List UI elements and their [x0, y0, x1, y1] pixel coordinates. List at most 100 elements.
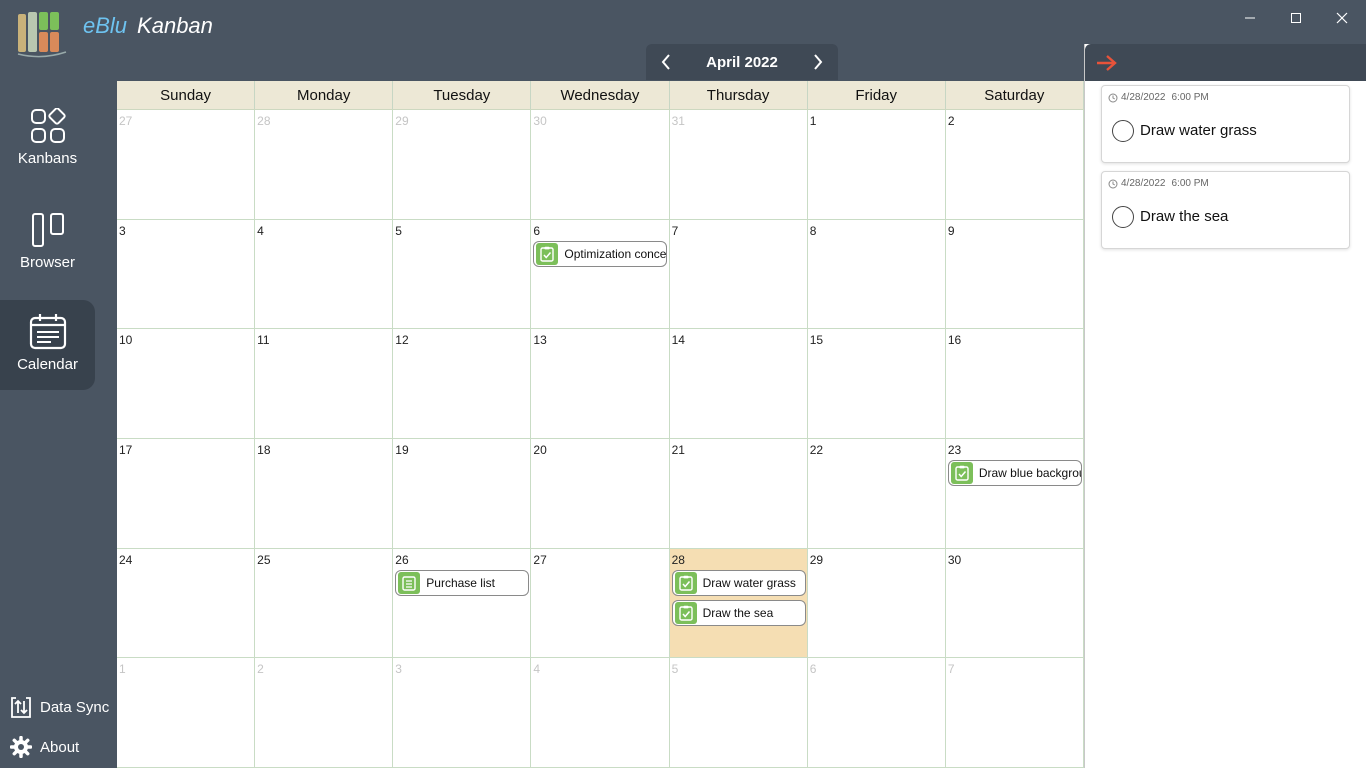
day-cell[interactable]: 16 [945, 329, 1084, 439]
day-number: 29 [809, 552, 824, 567]
day-number: 7 [947, 662, 955, 677]
day-cell[interactable]: 5 [669, 658, 808, 768]
day-cell[interactable]: 25 [255, 548, 394, 659]
day-number: 2 [947, 114, 955, 128]
day-cell[interactable]: 17 [117, 439, 256, 549]
calendar-event[interactable]: Draw water grass [671, 569, 806, 596]
day-cell[interactable]: 5 [393, 219, 532, 330]
day-cell[interactable]: 29 [807, 548, 946, 659]
day-cell[interactable]: 2 [255, 658, 394, 768]
task-complete-checkbox[interactable] [1112, 120, 1134, 142]
day-number: 17 [119, 443, 133, 457]
next-month-button[interactable] [806, 50, 830, 74]
clock-icon [1108, 93, 1118, 102]
app-name: Kanban [137, 13, 213, 38]
day-cell[interactable]: 18 [255, 439, 394, 549]
close-button[interactable] [1319, 4, 1365, 32]
day-cell[interactable]: 4 [255, 219, 394, 330]
minimize-button[interactable] [1227, 4, 1273, 32]
maximize-button[interactable] [1273, 4, 1319, 32]
about-button[interactable]: About [10, 734, 79, 760]
close-icon [1336, 12, 1348, 24]
day-cell[interactable]: 30 [945, 548, 1084, 659]
day-cell[interactable]: 27 [117, 110, 256, 220]
day-number: 4 [533, 662, 541, 677]
list-icon [398, 571, 421, 594]
day-number: 24 [119, 552, 133, 567]
day-number: 6 [809, 662, 817, 677]
day-cell[interactable]: 14 [669, 329, 808, 439]
day-cell[interactable]: 26 Purchase list [393, 548, 532, 659]
day-cell[interactable]: 12 [393, 329, 532, 439]
day-cell[interactable]: 10 [117, 329, 256, 439]
day-cell[interactable]: 7 [945, 658, 1084, 768]
task-card[interactable]: 4/28/2022 6:00 PM Draw water grass [1101, 85, 1350, 163]
day-number: 22 [809, 443, 824, 457]
day-number: 18 [257, 443, 271, 457]
event-title: Draw the sea [702, 605, 774, 620]
calendar-event[interactable]: Optimization conce [533, 240, 668, 267]
day-number: 28 [257, 114, 271, 128]
calendar-event[interactable]: Purchase list [395, 569, 530, 596]
clock-icon [1108, 179, 1118, 188]
day-number: 14 [671, 333, 685, 348]
calendar-event[interactable]: Draw the sea [671, 599, 806, 626]
data-sync-button[interactable]: Data Sync [10, 694, 109, 720]
day-cell[interactable]: 28 [255, 110, 394, 220]
nav-calendar[interactable]: Calendar [0, 300, 95, 390]
day-cell[interactable]: 4 [531, 658, 670, 768]
task-datetime: 4/28/2022 6:00 PM [1108, 178, 1209, 189]
task-card[interactable]: 4/28/2022 6:00 PM Draw the sea [1101, 171, 1350, 249]
day-cell[interactable]: 28 Draw water grass Draw the sea [669, 548, 808, 659]
day-cell[interactable]: 11 [255, 329, 394, 439]
day-cell[interactable]: 27 [531, 548, 670, 659]
day-cell[interactable]: 1 [117, 658, 256, 768]
nav-browser[interactable]: Browser [0, 204, 95, 294]
day-number: 31 [671, 114, 685, 128]
day-cell[interactable]: 2 [945, 110, 1084, 220]
day-cell[interactable]: 24 [117, 548, 256, 659]
day-cell[interactable]: 6 Optimization conce [531, 219, 670, 330]
day-cell[interactable]: 30 [531, 110, 670, 220]
task-date: 4/28/2022 [1121, 92, 1166, 103]
prev-month-button[interactable] [654, 50, 678, 74]
day-cell[interactable]: 3 [117, 219, 256, 330]
day-cell[interactable]: 3 [393, 658, 532, 768]
day-cell[interactable]: 7 [669, 219, 808, 330]
chevron-left-icon [661, 54, 670, 70]
app-title: eBlu Kanban [83, 13, 213, 39]
nav-kanbans[interactable]: Kanbans [0, 100, 95, 190]
event-title: Draw blue backgrou [978, 466, 1082, 480]
weekday-sunday: Sunday [117, 81, 256, 109]
day-cell[interactable]: 19 [393, 439, 532, 549]
collapse-arrow-icon[interactable] [1095, 53, 1119, 73]
weekday-saturday: Saturday [946, 81, 1084, 109]
day-cell[interactable]: 22 [807, 439, 946, 549]
weekday-wednesday: Wednesday [531, 81, 670, 109]
maximize-icon [1291, 13, 1301, 23]
day-cell[interactable]: 8 [807, 219, 946, 330]
day-number: 11 [257, 333, 270, 348]
day-cell[interactable]: 23 Draw blue backgrou [945, 439, 1084, 549]
day-number: 23 [947, 443, 962, 457]
day-number: 30 [947, 552, 962, 567]
day-number: 27 [119, 114, 133, 128]
day-cell[interactable]: 6 [807, 658, 946, 768]
day-number: 16 [947, 333, 962, 348]
calendar-event[interactable]: Draw blue backgrou [947, 460, 1082, 486]
month-navigator: April 2022 [646, 44, 838, 80]
data-sync-icon [11, 697, 31, 718]
day-number: 19 [395, 443, 409, 457]
day-number: 8 [809, 223, 817, 238]
day-cell[interactable]: 15 [807, 329, 946, 439]
day-cell[interactable]: 13 [531, 329, 670, 439]
chevron-right-icon [814, 54, 823, 70]
day-cell[interactable]: 20 [531, 439, 670, 549]
task-complete-checkbox[interactable] [1112, 206, 1134, 228]
day-cell[interactable]: 1 [807, 110, 946, 220]
day-cell[interactable]: 21 [669, 439, 808, 549]
day-cell[interactable]: 29 [393, 110, 532, 220]
day-number: 5 [671, 662, 679, 677]
day-cell[interactable]: 31 [669, 110, 808, 220]
day-cell[interactable]: 9 [945, 219, 1084, 330]
